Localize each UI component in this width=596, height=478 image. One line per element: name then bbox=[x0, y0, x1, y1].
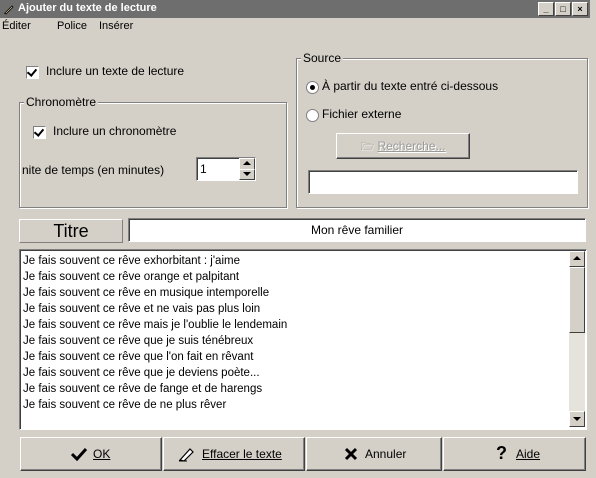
source-file-radio[interactable] bbox=[306, 109, 319, 122]
window-title: Ajouter du texte de lecture bbox=[18, 2, 157, 14]
menu-bar: Éditer Police Insérer bbox=[0, 19, 590, 35]
text-line: Je fais souvent ce rêve en musique intem… bbox=[23, 287, 270, 299]
menu-inserer[interactable]: Insérer bbox=[99, 20, 133, 32]
source-group-title: Source bbox=[301, 51, 344, 65]
text-line: Je fais souvent ce rêve que je deviens p… bbox=[23, 367, 260, 379]
ok-button[interactable]: OK bbox=[20, 437, 162, 471]
title-input-value: Mon rêve familier bbox=[310, 223, 404, 237]
title-label: Titre bbox=[19, 219, 123, 243]
include-reading-label: Inclure un texte de lecture bbox=[46, 64, 185, 78]
include-chrono-checkbox[interactable] bbox=[33, 126, 46, 139]
text-line: Je fais souvent ce rêve que l'on fait en… bbox=[23, 351, 254, 363]
chrono-group: Chronomètre bbox=[19, 95, 287, 208]
reading-text-area[interactable]: Je fais souvent ce rêve exhorbitant : j'… bbox=[19, 249, 587, 430]
close-x-icon bbox=[344, 447, 358, 461]
cancel-label: Annuler bbox=[365, 447, 407, 461]
close-button[interactable]: × bbox=[572, 2, 588, 16]
include-reading-checkbox[interactable] bbox=[26, 66, 39, 79]
chrono-group-title: Chronomètre bbox=[24, 95, 99, 109]
help-label: Aide bbox=[516, 447, 541, 461]
stepper-down-button[interactable] bbox=[239, 169, 255, 180]
scroll-thumb[interactable] bbox=[569, 267, 585, 333]
title-bar[interactable]: Ajouter du texte de lecture _ □ × bbox=[0, 0, 590, 18]
source-file-label: Fichier externe bbox=[322, 107, 402, 121]
source-text-radio[interactable] bbox=[306, 81, 319, 94]
text-line: Je fais souvent ce rêve mais je l'oublie… bbox=[23, 319, 288, 331]
minimize-button[interactable]: _ bbox=[538, 2, 554, 16]
arrow-up-icon bbox=[573, 256, 581, 260]
pen-icon bbox=[4, 5, 14, 15]
help-button[interactable]: ? Aide bbox=[443, 437, 586, 471]
maximize-button[interactable]: □ bbox=[555, 2, 571, 16]
arrow-down-icon bbox=[573, 417, 581, 421]
checkmark-icon bbox=[71, 447, 87, 461]
include-chrono-label: Inclure un chronomètre bbox=[53, 124, 177, 138]
reading-text-lines: Je fais souvent ce rêve exhorbitant : j'… bbox=[23, 253, 287, 413]
cancel-button[interactable]: Annuler bbox=[306, 437, 442, 471]
text-line: Je fais souvent ce rêve de ne plus rêver bbox=[23, 399, 227, 411]
source-text-label: À partir du texte entré ci-dessous bbox=[322, 79, 499, 93]
browse-label: Recherche... bbox=[377, 139, 446, 153]
text-line: Je fais souvent ce rêve que je suis téné… bbox=[23, 335, 254, 347]
scroll-down-button[interactable] bbox=[569, 411, 585, 427]
file-path-field[interactable] bbox=[308, 170, 578, 194]
dialog-window: Ajouter du texte de lecture _ □ × Éditer… bbox=[0, 0, 596, 478]
menu-editer[interactable]: Éditer bbox=[2, 20, 31, 32]
ok-label: OK bbox=[93, 447, 111, 461]
time-limit-value: 1 bbox=[200, 162, 207, 176]
text-line: Je fais souvent ce rêve orange et palpit… bbox=[23, 271, 240, 283]
scroll-up-button[interactable] bbox=[569, 251, 585, 267]
text-line: Je fais souvent ce rêve de fange et de h… bbox=[23, 383, 263, 395]
menu-police[interactable]: Police bbox=[57, 20, 87, 32]
question-mark-icon: ? bbox=[496, 443, 507, 463]
time-limit-label: nite de temps (en minutes) bbox=[22, 163, 165, 177]
arrow-up-icon bbox=[243, 161, 251, 165]
clear-text-label: Effacer le texte bbox=[202, 447, 282, 461]
clear-text-button[interactable]: Effacer le texte bbox=[163, 437, 305, 471]
vertical-scrollbar[interactable] bbox=[569, 251, 585, 427]
text-line: Je fais souvent ce rêve exhorbitant : j'… bbox=[23, 255, 240, 267]
text-line: Je fais souvent ce rêve et ne vais pas p… bbox=[23, 303, 261, 315]
time-limit-stepper[interactable]: 1 bbox=[196, 157, 256, 181]
browse-button[interactable]: 🗁 Recherche... bbox=[336, 133, 470, 159]
arrow-down-icon bbox=[243, 172, 251, 176]
eraser-icon bbox=[178, 448, 194, 462]
folder-icon: 🗁 bbox=[360, 141, 375, 153]
title-input[interactable]: Mon rêve familier bbox=[128, 218, 586, 242]
